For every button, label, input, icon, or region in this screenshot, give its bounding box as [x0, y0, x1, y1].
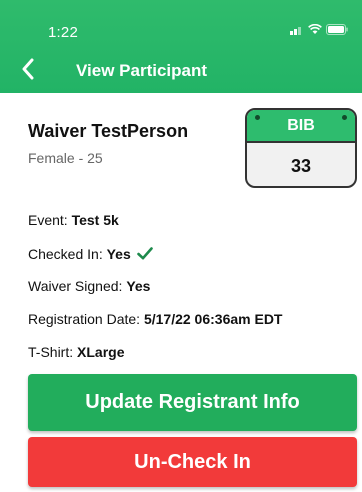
page-title: View Participant: [76, 61, 208, 80]
bib-label: BIB: [287, 117, 315, 134]
status-bar: 1:22: [0, 0, 362, 56]
wifi-icon: [308, 24, 322, 35]
tshirt-label: T-Shirt:: [28, 344, 74, 360]
registration-date-row: Registration Date: 5/17/22 06:36am EDT: [28, 311, 282, 327]
bib-header: BIB: [247, 110, 355, 143]
nav-bar: View Participant: [0, 56, 362, 88]
checked-in-value: Yes: [106, 246, 131, 262]
uncheck-in-button[interactable]: Un-Check In: [28, 437, 357, 487]
participant-name: Waiver TestPerson: [28, 121, 189, 141]
update-registrant-button[interactable]: Update Registrant Info: [28, 374, 357, 431]
registration-date-value: 5/17/22 06:36am EDT: [143, 311, 283, 327]
chevron-left-icon: [21, 58, 35, 85]
event-label: Event:: [28, 212, 68, 228]
event-value: Test 5k: [71, 212, 119, 228]
battery-icon: [326, 24, 348, 35]
tshirt-value: XLarge: [77, 344, 125, 360]
checkmark-icon: [136, 247, 153, 263]
signal-icon: [290, 24, 304, 35]
back-button[interactable]: [14, 57, 42, 85]
checked-in-label: Checked In:: [28, 246, 103, 262]
checked-in-row: Checked In: Yes: [28, 246, 153, 263]
registration-date-label: Registration Date:: [28, 311, 141, 327]
bib-card: BIB 33: [245, 108, 357, 188]
event-row: Event: Test 5k: [28, 212, 119, 228]
waiver-label: Waiver Signed:: [28, 278, 123, 294]
status-time: 1:22: [48, 24, 78, 41]
tshirt-row: T-Shirt: XLarge: [28, 344, 124, 360]
bib-number: 33: [290, 156, 312, 176]
app-header: 1:22 View Participant: [0, 0, 362, 93]
waiver-row: Waiver Signed: Yes: [28, 278, 150, 294]
participant-subtitle: Female - 25: [28, 150, 103, 166]
status-icons: [290, 24, 348, 35]
waiver-value: Yes: [126, 278, 151, 294]
